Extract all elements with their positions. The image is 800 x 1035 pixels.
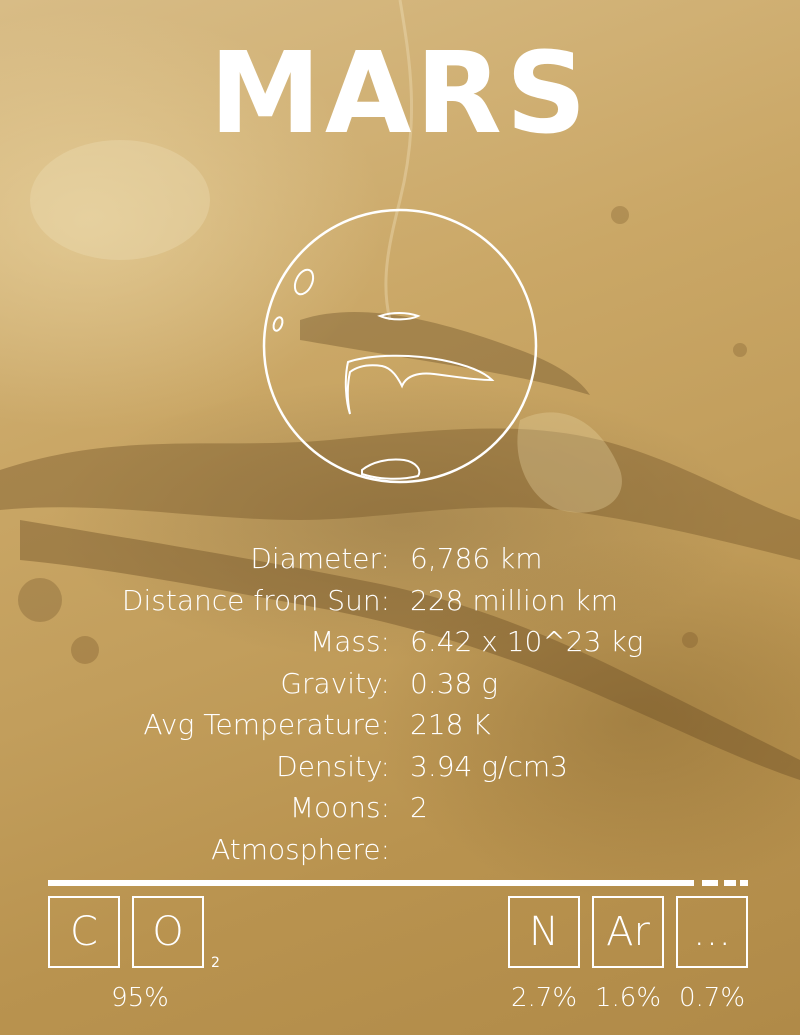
atmosphere-bar-ar (724, 880, 736, 886)
mars-globe-icon (262, 208, 538, 484)
nitrogen-percent: 2.7% (510, 983, 578, 1013)
argon-percent: 1.6% (594, 983, 662, 1013)
atmosphere-bar-co2 (48, 880, 694, 886)
element-tile-oxygen: O (132, 896, 204, 968)
page-title: MARS (209, 29, 591, 159)
fact-label: Moons: (289, 791, 390, 824)
atmosphere-bar-other (740, 880, 748, 886)
fact-label: Mass: (310, 625, 390, 658)
fact-row-mass: Mass: 6.42 x 10^23 kg (0, 621, 800, 663)
atmosphere-bar-n2 (702, 880, 718, 886)
fact-row-diameter: Diameter: 6,786 km (0, 538, 800, 580)
co2-percent: 95% (111, 983, 169, 1013)
fact-row-distance: Distance from Sun: 228 million km (0, 580, 800, 622)
fact-value: 6,786 km (410, 542, 543, 575)
planet-facts-list: Diameter: 6,786 km Distance from Sun: 22… (0, 538, 800, 870)
fact-row-temperature: Avg Temperature: 218 K (0, 704, 800, 746)
element-tile-other: ... (676, 896, 748, 968)
fact-row-gravity: Gravity: 0.38 g (0, 663, 800, 705)
fact-value: 2 (410, 791, 428, 824)
fact-label: Atmosphere: (211, 832, 390, 866)
fact-value: 228 million km (410, 583, 619, 617)
fact-value: 3.94 g/cm3 (410, 749, 568, 783)
fact-label: Density: (276, 749, 390, 783)
fact-label: Gravity: (280, 666, 390, 700)
other-percent: 0.7% (678, 983, 746, 1013)
fact-row-density: Density: 3.94 g/cm3 (0, 746, 800, 788)
fact-row-moons: Moons: 2 (0, 787, 800, 829)
fact-value: 6.42 x 10^23 kg (410, 625, 644, 658)
fact-label: Distance from Sun: (121, 583, 390, 617)
fact-value: 218 K (410, 708, 491, 741)
element-tile-argon: Ar (592, 896, 664, 968)
fact-label: Avg Temperature: (143, 708, 390, 741)
co2-subscript: 2 (211, 955, 220, 971)
fact-value: 0.38 g (410, 666, 499, 700)
fact-row-atmosphere: Atmosphere: (0, 829, 800, 871)
fact-label: Diameter: (250, 542, 390, 575)
element-tile-nitrogen: N (508, 896, 580, 968)
element-tile-carbon: C (48, 896, 120, 968)
